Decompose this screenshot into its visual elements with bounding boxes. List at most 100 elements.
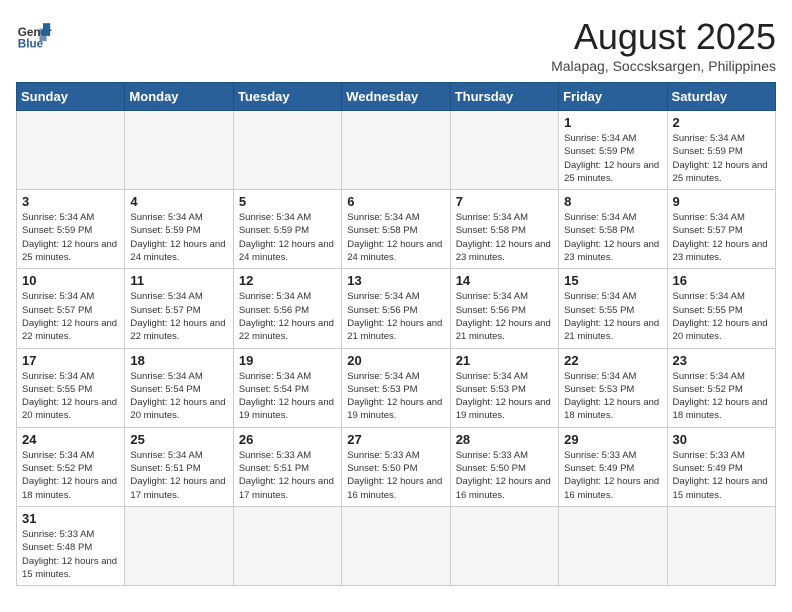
- calendar-title-area: August 2025 Malapag, Soccsksargen, Phili…: [551, 16, 776, 74]
- day-number: 30: [673, 432, 770, 447]
- week-row-2: 10 Sunrise: 5:34 AMSunset: 5:57 PMDayligh…: [17, 269, 776, 348]
- weekday-header-sunday: Sunday: [17, 83, 125, 111]
- day-number: 13: [347, 273, 444, 288]
- week-row-1: 3 Sunrise: 5:34 AMSunset: 5:59 PMDaylight…: [17, 190, 776, 269]
- calendar-cell: 12 Sunrise: 5:34 AMSunset: 5:56 PMDayligh…: [233, 269, 341, 348]
- day-info: Sunrise: 5:34 AMSunset: 5:56 PMDaylight:…: [456, 290, 553, 343]
- day-info: Sunrise: 5:34 AMSunset: 5:55 PMDaylight:…: [564, 290, 661, 343]
- calendar-cell: [667, 506, 775, 585]
- day-number: 31: [22, 511, 119, 526]
- calendar-cell: 21Sunrise: 5:34 AMSunset: 5:53 PMDayligh…: [450, 348, 558, 427]
- calendar-cell: 7 Sunrise: 5:34 AMSunset: 5:58 PMDaylight…: [450, 190, 558, 269]
- calendar-cell: [342, 506, 450, 585]
- day-number: 11: [130, 273, 227, 288]
- day-info: Sunrise: 5:34 AMSunset: 5:54 PMDaylight:…: [130, 370, 227, 423]
- day-number: 23: [673, 353, 770, 368]
- month-title: August 2025: [551, 16, 776, 58]
- day-info: Sunrise: 5:33 AMSunset: 5:49 PMDaylight:…: [564, 449, 661, 502]
- calendar-cell: 2Sunrise: 5:34 AMSunset: 5:59 PMDaylight…: [667, 111, 775, 190]
- day-info: Sunrise: 5:34 AMSunset: 5:57 PMDaylight:…: [673, 211, 770, 264]
- day-info: Sunrise: 5:34 AMSunset: 5:53 PMDaylight:…: [347, 370, 444, 423]
- calendar-cell: 8Sunrise: 5:34 AMSunset: 5:58 PMDaylight…: [559, 190, 667, 269]
- day-info: Sunrise: 5:33 AMSunset: 5:50 PMDaylight:…: [456, 449, 553, 502]
- day-number: 4: [130, 194, 227, 209]
- day-number: 19: [239, 353, 336, 368]
- calendar-cell: [17, 111, 125, 190]
- calendar-cell: 11 Sunrise: 5:34 AMSunset: 5:57 PMDayligh…: [125, 269, 233, 348]
- day-number: 28: [456, 432, 553, 447]
- calendar-cell: 4 Sunrise: 5:34 AMSunset: 5:59 PMDaylight…: [125, 190, 233, 269]
- weekday-header-tuesday: Tuesday: [233, 83, 341, 111]
- calendar-cell: [125, 111, 233, 190]
- calendar-cell: 23Sunrise: 5:34 AMSunset: 5:52 PMDayligh…: [667, 348, 775, 427]
- day-info: Sunrise: 5:34 AMSunset: 5:58 PMDaylight:…: [347, 211, 444, 264]
- page-header: General Blue August 2025 Malapag, Soccsk…: [16, 16, 776, 74]
- weekday-header-wednesday: Wednesday: [342, 83, 450, 111]
- calendar-cell: 28 Sunrise: 5:33 AMSunset: 5:50 PMDayligh…: [450, 427, 558, 506]
- day-info: Sunrise: 5:34 AMSunset: 5:59 PMDaylight:…: [673, 132, 770, 185]
- week-row-3: 17 Sunrise: 5:34 AMSunset: 5:55 PMDayligh…: [17, 348, 776, 427]
- day-info: Sunrise: 5:34 AMSunset: 5:55 PMDaylight:…: [22, 370, 119, 423]
- calendar-cell: 18Sunrise: 5:34 AMSunset: 5:54 PMDayligh…: [125, 348, 233, 427]
- day-info: Sunrise: 5:34 AMSunset: 5:53 PMDaylight:…: [564, 370, 661, 423]
- day-info: Sunrise: 5:34 AMSunset: 5:59 PMDaylight:…: [239, 211, 336, 264]
- week-row-5: 31 Sunrise: 5:33 AMSunset: 5:48 PMDayligh…: [17, 506, 776, 585]
- day-info: Sunrise: 5:34 AMSunset: 5:51 PMDaylight:…: [130, 449, 227, 502]
- day-number: 16: [673, 273, 770, 288]
- calendar-cell: [233, 506, 341, 585]
- day-info: Sunrise: 5:33 AMSunset: 5:51 PMDaylight:…: [239, 449, 336, 502]
- calendar-cell: [450, 506, 558, 585]
- day-info: Sunrise: 5:34 AMSunset: 5:52 PMDaylight:…: [22, 449, 119, 502]
- day-number: 10: [22, 273, 119, 288]
- day-info: Sunrise: 5:34 AMSunset: 5:55 PMDaylight:…: [673, 290, 770, 343]
- calendar-cell: 17 Sunrise: 5:34 AMSunset: 5:55 PMDayligh…: [17, 348, 125, 427]
- calendar-cell: 13 Sunrise: 5:34 AMSunset: 5:56 PMDayligh…: [342, 269, 450, 348]
- day-info: Sunrise: 5:34 AMSunset: 5:57 PMDaylight:…: [130, 290, 227, 343]
- day-number: 22: [564, 353, 661, 368]
- day-info: Sunrise: 5:33 AMSunset: 5:48 PMDaylight:…: [22, 528, 119, 581]
- calendar-cell: 1Sunrise: 5:34 AMSunset: 5:59 PMDaylight…: [559, 111, 667, 190]
- day-number: 21: [456, 353, 553, 368]
- location-subtitle: Malapag, Soccsksargen, Philippines: [551, 58, 776, 74]
- calendar-cell: 19 Sunrise: 5:34 AMSunset: 5:54 PMDayligh…: [233, 348, 341, 427]
- calendar-cell: 14Sunrise: 5:34 AMSunset: 5:56 PMDayligh…: [450, 269, 558, 348]
- calendar-table: SundayMondayTuesdayWednesdayThursdayFrid…: [16, 82, 776, 586]
- day-number: 26: [239, 432, 336, 447]
- day-number: 3: [22, 194, 119, 209]
- day-number: 8: [564, 194, 661, 209]
- day-number: 29: [564, 432, 661, 447]
- day-info: Sunrise: 5:34 AMSunset: 5:56 PMDaylight:…: [239, 290, 336, 343]
- day-info: Sunrise: 5:34 AMSunset: 5:54 PMDaylight:…: [239, 370, 336, 423]
- day-info: Sunrise: 5:33 AMSunset: 5:49 PMDaylight:…: [673, 449, 770, 502]
- day-info: Sunrise: 5:34 AMSunset: 5:59 PMDaylight:…: [130, 211, 227, 264]
- calendar-cell: [559, 506, 667, 585]
- day-number: 17: [22, 353, 119, 368]
- day-number: 20: [347, 353, 444, 368]
- day-info: Sunrise: 5:33 AMSunset: 5:50 PMDaylight:…: [347, 449, 444, 502]
- calendar-cell: 10Sunrise: 5:34 AMSunset: 5:57 PMDayligh…: [17, 269, 125, 348]
- calendar-cell: [450, 111, 558, 190]
- calendar-cell: 6 Sunrise: 5:34 AMSunset: 5:58 PMDaylight…: [342, 190, 450, 269]
- calendar-cell: [233, 111, 341, 190]
- week-row-4: 24 Sunrise: 5:34 AMSunset: 5:52 PMDayligh…: [17, 427, 776, 506]
- weekday-header-row: SundayMondayTuesdayWednesdayThursdayFrid…: [17, 83, 776, 111]
- day-info: Sunrise: 5:34 AMSunset: 5:59 PMDaylight:…: [22, 211, 119, 264]
- day-number: 7: [456, 194, 553, 209]
- day-number: 9: [673, 194, 770, 209]
- day-info: Sunrise: 5:34 AMSunset: 5:58 PMDaylight:…: [456, 211, 553, 264]
- calendar-cell: [125, 506, 233, 585]
- day-number: 6: [347, 194, 444, 209]
- calendar-cell: 16 Sunrise: 5:34 AMSunset: 5:55 PMDayligh…: [667, 269, 775, 348]
- day-info: Sunrise: 5:34 AMSunset: 5:56 PMDaylight:…: [347, 290, 444, 343]
- day-number: 12: [239, 273, 336, 288]
- calendar-cell: 22 Sunrise: 5:34 AMSunset: 5:53 PMDayligh…: [559, 348, 667, 427]
- calendar-cell: 5Sunrise: 5:34 AMSunset: 5:59 PMDaylight…: [233, 190, 341, 269]
- day-number: 1: [564, 115, 661, 130]
- calendar-cell: 31 Sunrise: 5:33 AMSunset: 5:48 PMDayligh…: [17, 506, 125, 585]
- day-number: 24: [22, 432, 119, 447]
- weekday-header-thursday: Thursday: [450, 83, 558, 111]
- day-number: 25: [130, 432, 227, 447]
- calendar-cell: 3 Sunrise: 5:34 AMSunset: 5:59 PMDaylight…: [17, 190, 125, 269]
- general-blue-icon: General Blue: [16, 16, 52, 52]
- calendar-cell: 26 Sunrise: 5:33 AMSunset: 5:51 PMDayligh…: [233, 427, 341, 506]
